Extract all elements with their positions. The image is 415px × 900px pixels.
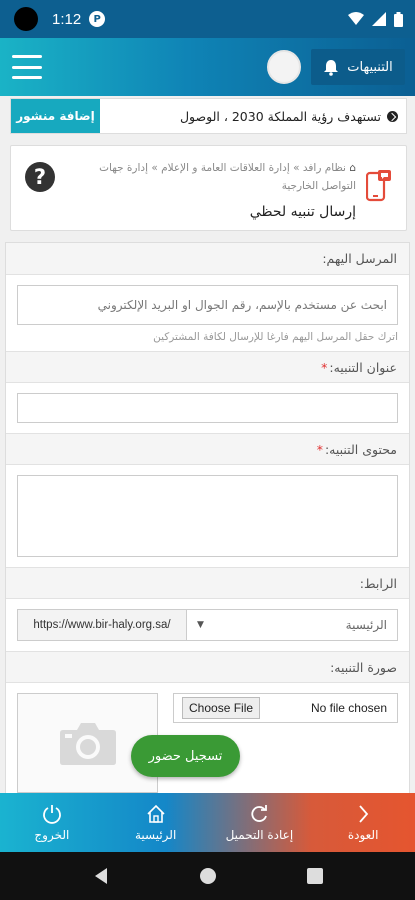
- send-notification-form: المرسل اليهم: ابحث عن مستخدم بالإسم، رقم…: [5, 242, 410, 802]
- signal-icon: [372, 12, 386, 26]
- ticker-headline[interactable]: تستهدف رؤية المملكة 2030 ، الوصول: [100, 109, 406, 124]
- app-root: 1:12 P التنبيهات إضافة منشور تستهدف رؤية…: [0, 0, 415, 900]
- ticker-headline-text: تستهدف رؤية المملكة 2030 ، الوصول: [179, 108, 381, 124]
- breadcrumb-item-tail[interactable]: التواصل الخارجية: [282, 180, 356, 192]
- breadcrumb: ⌂ نظام رافد » إدارة العلاقات العامة و ال…: [66, 159, 356, 195]
- recipients-hint: اترك حقل المرسل اليهم فارغا للإرسال لكاف…: [153, 331, 398, 343]
- required-asterisk: *: [316, 441, 323, 457]
- link-section: الرئيسية ▼ https://www.bir-haly.org.sa/: [6, 599, 409, 651]
- status-time: 1:12: [52, 10, 82, 28]
- breadcrumb-separator: »: [293, 162, 300, 174]
- content-label-row: محتوى التنبيه: *: [6, 433, 409, 465]
- breadcrumb-item[interactable]: إدارة العلاقات العامة و الإعلام: [161, 162, 290, 174]
- recipients-section: ابحث عن مستخدم بالإسم، رقم الجوال او الب…: [6, 275, 409, 351]
- news-ticker: إضافة منشور تستهدف رؤية المملكة 2030 ، ا…: [10, 98, 407, 134]
- image-label: صورة التنبيه:: [6, 651, 409, 683]
- link-page-selected: الرئيسية: [345, 618, 387, 632]
- camera-cutout: [14, 7, 38, 31]
- system-back-icon[interactable]: [93, 867, 109, 885]
- recipients-search-input[interactable]: ابحث عن مستخدم بالإسم، رقم الجوال او الب…: [17, 285, 398, 325]
- content-textarea[interactable]: [17, 475, 398, 557]
- add-post-button[interactable]: إضافة منشور: [11, 99, 100, 133]
- notifications-label: التنبيهات: [347, 59, 393, 75]
- nav-home[interactable]: الرئيسية: [104, 793, 208, 852]
- breadcrumb-separator: »: [151, 162, 158, 174]
- nav-logout[interactable]: الخروج: [0, 793, 104, 852]
- menu-icon[interactable]: [12, 55, 42, 79]
- mobile-notification-icon: [366, 170, 391, 202]
- content-label: محتوى التنبيه:: [324, 441, 397, 457]
- nav-reload[interactable]: إعادة التحميل: [208, 793, 312, 852]
- battery-icon: [394, 11, 403, 27]
- power-icon: [43, 804, 61, 824]
- nav-label: الخروج: [34, 827, 70, 842]
- recipients-label: المرسل اليهم:: [6, 243, 409, 275]
- system-recents-icon[interactable]: [306, 868, 323, 884]
- no-file-label: No file chosen: [310, 701, 387, 715]
- title-label-row: عنوان التنبيه: *: [6, 351, 409, 383]
- notification-app-icon: P: [89, 11, 106, 27]
- avatar[interactable]: [267, 50, 301, 84]
- arrow-circle-icon: [387, 110, 398, 122]
- check-in-button[interactable]: تسجيل حضور: [131, 735, 240, 777]
- link-url-prefix: https://www.bir-haly.org.sa/: [18, 610, 186, 640]
- page-title: إرسال تنبيه لحظي: [249, 204, 356, 220]
- title-section: [6, 383, 409, 433]
- title-label: عنوان التنبيه:: [329, 359, 397, 375]
- nav-label: العودة: [347, 827, 379, 842]
- nav-label: إعادة التحميل: [225, 827, 294, 842]
- bell-icon: [324, 59, 339, 76]
- breadcrumb-item[interactable]: إدارة جهات: [99, 162, 148, 174]
- link-label: الرابط:: [6, 567, 409, 599]
- choose-file-button[interactable]: Choose File: [182, 697, 261, 719]
- home-icon[interactable]: ⌂: [349, 162, 356, 174]
- camera-icon: [59, 723, 116, 765]
- breadcrumb-card: ⌂ نظام رافد » إدارة العلاقات العامة و ال…: [10, 145, 407, 231]
- link-row: الرئيسية ▼ https://www.bir-haly.org.sa/: [17, 609, 398, 641]
- nav-back[interactable]: العودة: [311, 793, 415, 852]
- bottom-nav: الخروج الرئيسية إعادة التحميل العودة: [0, 793, 415, 852]
- reload-icon: [251, 804, 268, 822]
- notifications-button[interactable]: التنبيهات: [311, 49, 405, 85]
- home-icon: [147, 804, 165, 823]
- system-nav-bar: [0, 852, 415, 900]
- file-input[interactable]: Choose File No file chosen: [173, 693, 398, 723]
- status-bar: 1:12 P: [0, 0, 415, 38]
- title-input[interactable]: [17, 393, 398, 423]
- back-chevron-icon: [359, 804, 369, 823]
- breadcrumb-item[interactable]: نظام رافد: [303, 162, 346, 174]
- nav-label: الرئيسية: [134, 827, 177, 842]
- system-home-icon[interactable]: [199, 867, 217, 885]
- required-asterisk: *: [321, 359, 328, 375]
- wifi-icon: [348, 12, 364, 25]
- content-section: [6, 465, 409, 567]
- link-page-select[interactable]: الرئيسية ▼: [186, 610, 397, 640]
- help-icon[interactable]: ?: [25, 162, 55, 192]
- app-header: التنبيهات: [0, 38, 415, 96]
- status-right: [348, 11, 403, 27]
- dropdown-arrow-icon: ▼: [197, 620, 204, 630]
